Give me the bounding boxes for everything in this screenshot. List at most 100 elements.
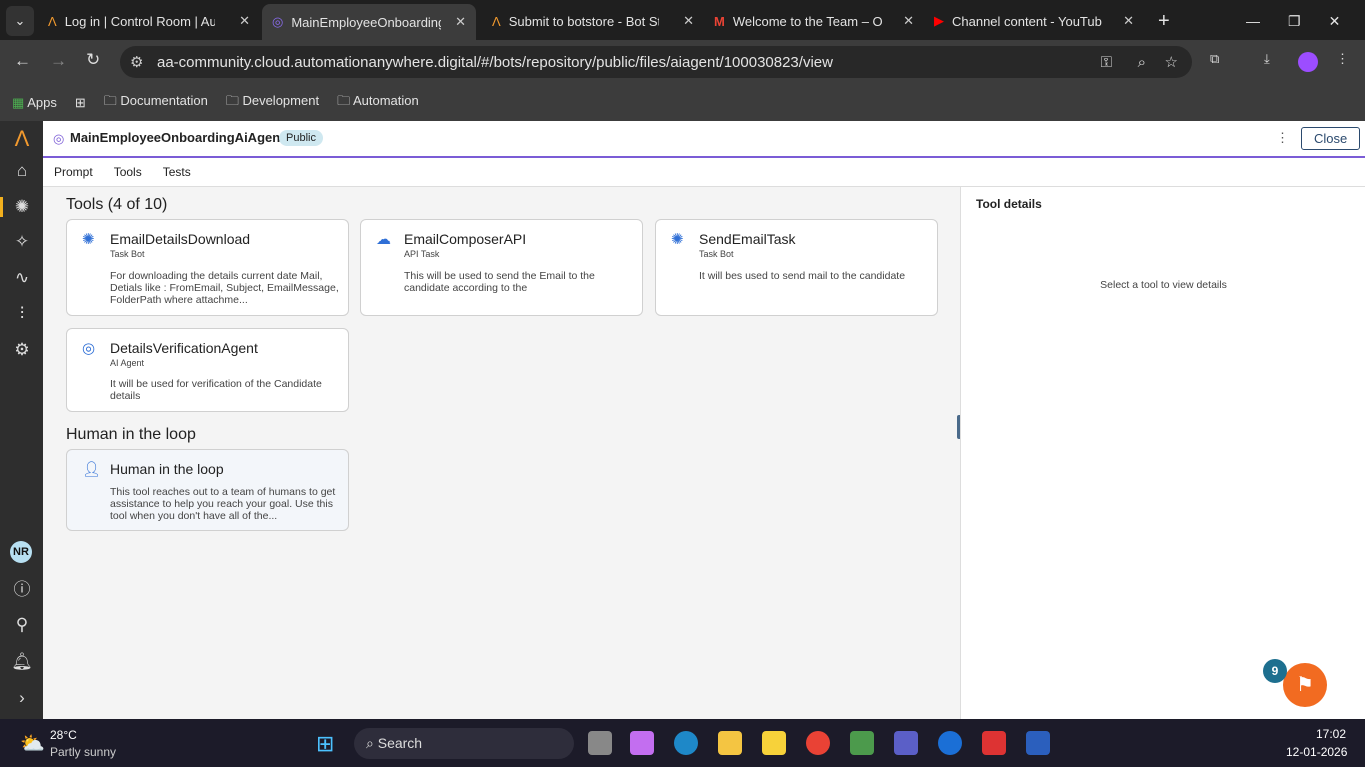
expand-chevron-icon[interactable]: › bbox=[10, 686, 34, 710]
edge-icon[interactable] bbox=[674, 731, 698, 755]
bookmark-folder[interactable]: 🗀 Documentation bbox=[104, 92, 208, 114]
browser-tab-strip: ⌄ Λ Log in | Control Room | Automation An… bbox=[0, 0, 1365, 40]
close-button[interactable]: Close bbox=[1301, 127, 1361, 150]
tool-name: EmailDetailsDownload bbox=[110, 231, 251, 247]
tool-card[interactable]: ◎ DetailsVerificationAgent AI Agent It w… bbox=[66, 328, 349, 412]
bookmark-label: Apps bbox=[27, 94, 57, 110]
browser-toolbar: ← → ↻ ⚙ aa-community.cloud.automationanyw… bbox=[0, 40, 1365, 84]
automation-icon[interactable]: ✺ bbox=[10, 195, 34, 219]
tool-type: Task Bot bbox=[699, 249, 734, 259]
password-key-icon[interactable]: ⚿ bbox=[1101, 54, 1112, 71]
help-icon[interactable]: ⓘ bbox=[10, 578, 34, 602]
gmail-icon: M bbox=[714, 13, 725, 29]
activity-icon[interactable]: ∿ bbox=[10, 266, 34, 290]
reload-button[interactable]: ↻ bbox=[86, 50, 100, 70]
empty-state-text: Select a tool to view details bbox=[1100, 279, 1227, 291]
user-avatar[interactable]: NR bbox=[10, 541, 32, 563]
profile-avatar[interactable] bbox=[1298, 52, 1318, 72]
clock-time[interactable]: 17:02 bbox=[1316, 727, 1346, 741]
bell-icon[interactable]: 🔔︎ bbox=[10, 650, 34, 674]
bookmark-star-icon[interactable]: ☆ bbox=[1165, 53, 1178, 71]
settings-gear-icon[interactable]: ⚙ bbox=[10, 338, 34, 362]
page-title: MainEmployeeOnboardingAiAgent bbox=[70, 130, 285, 145]
browser-tab[interactable]: Λ Submit to botstore - Bot Store ✕ bbox=[482, 6, 704, 36]
close-icon[interactable]: ✕ bbox=[455, 14, 466, 30]
address-bar[interactable]: ⚙ aa-community.cloud.automationanywhere.d… bbox=[120, 46, 1192, 78]
task-bot-icon: ✺ bbox=[671, 231, 684, 248]
tools-heading: Tools (4 of 10) bbox=[66, 196, 168, 213]
search-label: Search bbox=[377, 735, 423, 751]
tab-title: Log in | Control Room | Automation Anywh… bbox=[64, 13, 215, 29]
manage-icon[interactable]: ⫶ bbox=[10, 302, 34, 326]
tool-description: For downloading the details current date… bbox=[110, 270, 339, 306]
ai-icon[interactable]: ✧ bbox=[10, 230, 34, 254]
sheets-icon[interactable] bbox=[850, 731, 874, 755]
tool-card[interactable]: ✺ EmailDetailsDownload Task Bot For down… bbox=[66, 219, 349, 316]
minimize-button[interactable]: — bbox=[1246, 13, 1260, 29]
word-icon[interactable] bbox=[1026, 731, 1050, 755]
app-icon[interactable] bbox=[938, 731, 962, 755]
tool-description: It will bes used to send mail to the can… bbox=[699, 270, 906, 282]
site-settings-icon[interactable]: ⚙ bbox=[130, 53, 143, 71]
tool-card[interactable]: ✺ SendEmailTask Task Bot It will bes use… bbox=[655, 219, 938, 316]
weather-text[interactable]: Partly sunny bbox=[50, 745, 116, 759]
page-header: ◎ MainEmployeeOnboardingAiAgent Public ⋮… bbox=[43, 121, 1365, 158]
snipping-tool-icon[interactable] bbox=[982, 731, 1006, 755]
browser-tab[interactable]: M Welcome to the Team – Onboarding ✕ bbox=[704, 6, 924, 36]
bookmark-folder[interactable]: 🗀 Development bbox=[226, 92, 319, 114]
aa-logo-icon: Λ bbox=[48, 13, 57, 29]
task-view-icon[interactable] bbox=[588, 731, 612, 755]
close-icon[interactable]: ✕ bbox=[239, 13, 250, 29]
browser-tab[interactable]: ▶ Channel content - YouTube Studio ✕ bbox=[924, 6, 1144, 36]
tab-groups-icon[interactable]: ⊞ bbox=[75, 95, 86, 111]
back-button[interactable]: ← bbox=[14, 51, 31, 71]
tab-title: Channel content - YouTube Studio bbox=[952, 13, 1102, 29]
file-explorer-icon[interactable] bbox=[718, 731, 742, 755]
tool-card[interactable]: ☁ EmailComposerAPI API Task This will be… bbox=[360, 219, 643, 316]
restore-button[interactable]: ❐ bbox=[1288, 13, 1301, 30]
browser-tab[interactable]: Λ Log in | Control Room | Automation Anyw… bbox=[38, 6, 260, 36]
person-icon: 👤︎ bbox=[82, 461, 102, 478]
tool-description: This will be used to send the Email to t… bbox=[404, 270, 595, 294]
location-icon[interactable]: ⚲ bbox=[10, 613, 34, 637]
windows-start-icon[interactable]: ⊞ bbox=[316, 731, 334, 757]
home-icon[interactable]: ⌂ bbox=[10, 159, 34, 183]
forward-button[interactable]: → bbox=[50, 51, 67, 71]
bookmark-apps[interactable]: ▦ Apps bbox=[12, 95, 57, 111]
clock-date[interactable]: 12-01-2026 bbox=[1286, 745, 1347, 759]
tab-prompt[interactable]: Prompt bbox=[54, 165, 93, 179]
more-options-icon[interactable]: ⋮ bbox=[1276, 130, 1289, 146]
browser-tab-active[interactable]: ◎ MainEmployeeOnboardingAiAgent ✕ bbox=[262, 4, 476, 40]
tool-description: It will be used for verification of the … bbox=[110, 378, 322, 402]
sticky-notes-icon[interactable] bbox=[762, 731, 786, 755]
close-icon[interactable]: ✕ bbox=[1123, 13, 1134, 29]
tool-details-panel: Tool details Select a tool to view detai… bbox=[960, 187, 1365, 719]
download-icon[interactable]: ⤓ bbox=[1264, 51, 1270, 67]
tab-tests[interactable]: Tests bbox=[163, 165, 191, 179]
close-icon[interactable]: ✕ bbox=[903, 13, 914, 29]
window-close-button[interactable]: ✕ bbox=[1329, 13, 1341, 30]
taskbar-search[interactable]: ⌕ Search bbox=[354, 728, 574, 759]
tool-type: Task Bot bbox=[110, 249, 145, 259]
close-icon[interactable]: ✕ bbox=[683, 13, 694, 29]
tools-panel: Tools (4 of 10) ✺ EmailDetailsDownload T… bbox=[43, 187, 962, 719]
window-controls: — ❐ ✕ bbox=[1236, 6, 1350, 36]
chrome-icon[interactable] bbox=[806, 731, 830, 755]
tab-tools[interactable]: Tools bbox=[114, 165, 142, 179]
teams-icon[interactable] bbox=[894, 731, 918, 755]
zoom-icon[interactable]: ⌕ bbox=[1138, 54, 1146, 71]
app-sidebar: Λ ⌂ ✺ ✧ ∿ ⫶ ⚙ NR ⓘ ⚲ 🔔︎ › bbox=[0, 121, 43, 719]
bookmark-folder[interactable]: 🗀 Automation bbox=[337, 92, 419, 114]
aa-logo-icon[interactable]: Λ bbox=[10, 127, 34, 151]
tab-search-button[interactable]: ⌄ bbox=[6, 6, 34, 36]
copilot-icon[interactable] bbox=[630, 731, 654, 755]
nav-tabs: Prompt Tools Tests bbox=[43, 158, 1365, 187]
new-tab-button[interactable]: + bbox=[1148, 6, 1180, 36]
url-text[interactable]: aa-community.cloud.automationanywhere.di… bbox=[157, 54, 833, 71]
notification-count-badge: 9 bbox=[1263, 659, 1287, 683]
temperature[interactable]: 28°C bbox=[50, 728, 77, 742]
hitl-card[interactable]: 👤︎ Human in the loop This tool reaches o… bbox=[66, 449, 349, 531]
extensions-icon[interactable]: ⧉ bbox=[1210, 51, 1219, 67]
menu-icon[interactable]: ⋮ bbox=[1336, 51, 1349, 67]
help-signpost-button[interactable]: ⚑ bbox=[1283, 663, 1327, 707]
